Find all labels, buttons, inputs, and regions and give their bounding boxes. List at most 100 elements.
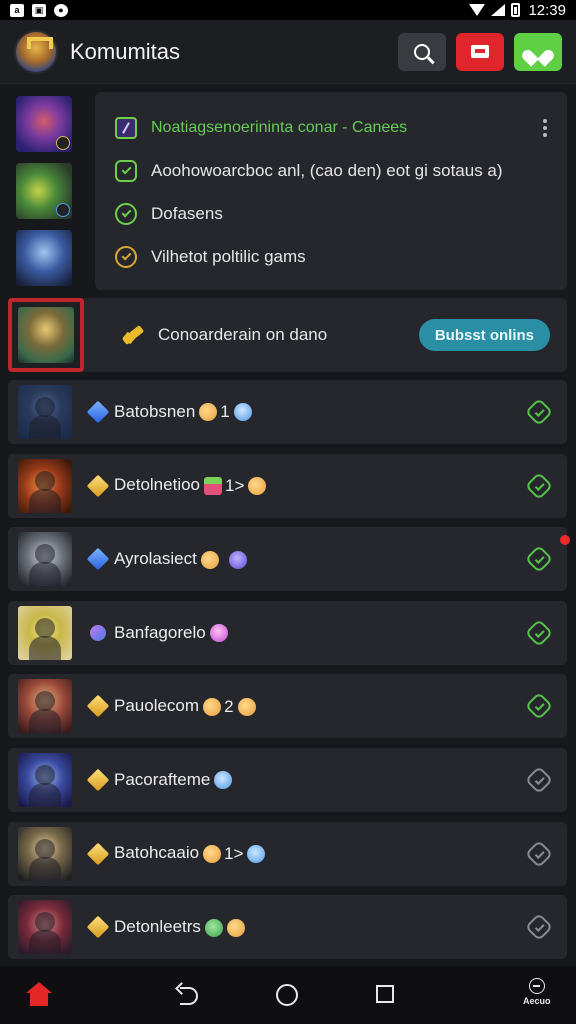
smile-emoji-icon bbox=[203, 844, 222, 863]
gold-badge-icon bbox=[115, 245, 137, 268]
info-row[interactable]: Vilhetot poltilic gams bbox=[115, 235, 547, 278]
battery-icon bbox=[511, 3, 521, 17]
featured-image bbox=[18, 307, 74, 363]
page-title: Komumitas bbox=[70, 38, 181, 64]
side-thumbnails bbox=[16, 96, 72, 297]
member-count: 2 bbox=[224, 696, 234, 716]
list-item[interactable]: Ayrolasiect bbox=[8, 527, 570, 592]
favorite-button[interactable] bbox=[514, 32, 562, 71]
video-icon bbox=[471, 45, 489, 58]
smile-emoji-icon bbox=[199, 403, 218, 422]
rank-diamond-icon bbox=[86, 842, 110, 865]
featured-button[interactable]: Bubsst onlins bbox=[418, 319, 550, 351]
featured-text: Conoarderain on dano bbox=[158, 325, 328, 344]
nav-account[interactable]: Aecuo bbox=[523, 978, 551, 1006]
nav-recents[interactable] bbox=[376, 985, 394, 1003]
search-button[interactable] bbox=[398, 32, 446, 71]
green-emoji-icon bbox=[204, 918, 223, 937]
list-item[interactable]: Detonleetrs bbox=[8, 895, 567, 960]
smile-emoji-icon bbox=[200, 550, 219, 569]
avatar bbox=[18, 458, 72, 513]
featured-thumbnail[interactable] bbox=[8, 298, 84, 372]
status-check-icon[interactable] bbox=[524, 765, 554, 795]
gift-emoji-icon bbox=[204, 476, 223, 495]
avatar bbox=[18, 826, 72, 881]
game-thumbnail[interactable] bbox=[16, 163, 72, 219]
info-row[interactable]: Dofasens bbox=[115, 192, 547, 235]
member-count: 1 bbox=[220, 402, 230, 422]
avatar bbox=[18, 752, 72, 807]
rank-badge-icon bbox=[56, 203, 70, 217]
member-name: Batobsnen bbox=[114, 401, 196, 421]
info-row[interactable]: Noatiagsenoerininta conar - Canees bbox=[115, 106, 547, 149]
avatar bbox=[18, 532, 72, 587]
rank-diamond-icon bbox=[86, 768, 110, 792]
nav-home-circle[interactable] bbox=[276, 984, 298, 1006]
circle-icon bbox=[276, 984, 298, 1006]
member-name: Detonleetrs bbox=[114, 917, 201, 937]
more-options-icon[interactable] bbox=[543, 118, 547, 137]
status-check-icon[interactable] bbox=[524, 839, 554, 868]
gem-emoji-icon bbox=[233, 403, 252, 422]
smile-emoji-icon bbox=[237, 697, 256, 716]
list-item[interactable]: Pauolecom 2 bbox=[8, 674, 567, 739]
community-avatar[interactable] bbox=[14, 29, 58, 74]
search-icon bbox=[414, 43, 430, 60]
video-button[interactable] bbox=[456, 32, 504, 71]
member-count: 1> bbox=[224, 843, 244, 863]
chat-icon: ● bbox=[54, 3, 68, 17]
avatar bbox=[18, 900, 72, 955]
info-text: Dofasens bbox=[151, 203, 223, 223]
member-name: Batohcaaio bbox=[114, 843, 200, 863]
status-check-icon[interactable] bbox=[524, 397, 554, 427]
smile-emoji-icon bbox=[203, 697, 222, 716]
featured-card[interactable]: Conoarderain on dano Bubsst onlins bbox=[8, 298, 567, 372]
member-name: Banfagorelo bbox=[114, 622, 206, 642]
gem-emoji-icon bbox=[247, 844, 266, 863]
avatar bbox=[18, 679, 72, 734]
status-check-icon[interactable] bbox=[524, 618, 554, 647]
nav-back[interactable] bbox=[176, 985, 198, 1005]
info-row[interactable]: Aoohowoarcboc anl, (cao den) eot gi sota… bbox=[115, 149, 547, 192]
app-header: Komumitas bbox=[0, 20, 576, 84]
rank-diamond-icon bbox=[86, 915, 110, 939]
status-check-icon[interactable] bbox=[524, 692, 554, 721]
new-indicator-dot bbox=[560, 535, 570, 546]
info-card: Noatiagsenoerininta conar - Canees Aooho… bbox=[95, 92, 567, 290]
status-bar: a ▣ ● 12:39 bbox=[0, 0, 576, 20]
rank-diamond-icon bbox=[86, 547, 110, 571]
bottom-nav: Aecuo bbox=[0, 966, 576, 1024]
status-check-icon[interactable] bbox=[524, 913, 554, 942]
pen-icon bbox=[115, 116, 137, 139]
member-name: Ayrolasiect bbox=[114, 549, 197, 569]
status-check-icon[interactable] bbox=[524, 471, 554, 500]
wifi-icon bbox=[469, 4, 486, 16]
nav-home[interactable] bbox=[26, 982, 52, 1006]
smile-emoji-icon bbox=[226, 918, 245, 937]
member-list: Batobsnen 1 Detolnetioo 1> Ayrolasiect Ban… bbox=[8, 380, 570, 979]
rank-orb-icon bbox=[90, 624, 106, 641]
check-badge-icon bbox=[115, 159, 137, 182]
heart-icon bbox=[528, 43, 548, 61]
purple-emoji-icon bbox=[228, 550, 247, 569]
status-time: 12:39 bbox=[528, 1, 566, 19]
list-item[interactable]: Detolnetioo 1> bbox=[8, 453, 567, 518]
info-text: Aoohowoarcboc anl, (cao den) eot gi sota… bbox=[151, 160, 503, 180]
info-text: Noatiagsenoerininta conar - Canees bbox=[151, 118, 408, 136]
list-item[interactable]: Banfagorelo bbox=[8, 600, 567, 665]
game-thumbnail[interactable] bbox=[16, 230, 72, 286]
gallery-icon: ▣ bbox=[32, 3, 46, 17]
check-badge-icon bbox=[115, 202, 137, 225]
member-name: Detolnetioo bbox=[114, 475, 201, 495]
list-item[interactable]: Batobsnen 1 bbox=[8, 380, 567, 444]
home-icon bbox=[26, 982, 52, 1006]
gem-emoji-icon bbox=[214, 771, 233, 790]
status-check-icon[interactable] bbox=[524, 545, 554, 574]
member-count: 1> bbox=[225, 475, 245, 495]
game-thumbnail[interactable] bbox=[16, 96, 72, 152]
member-name: Pacorafteme bbox=[114, 769, 211, 789]
avatar bbox=[18, 385, 72, 439]
list-item[interactable]: Pacorafteme bbox=[8, 747, 567, 812]
rank-badge-icon bbox=[56, 136, 70, 150]
list-item[interactable]: Batohcaaio 1> bbox=[8, 821, 567, 886]
